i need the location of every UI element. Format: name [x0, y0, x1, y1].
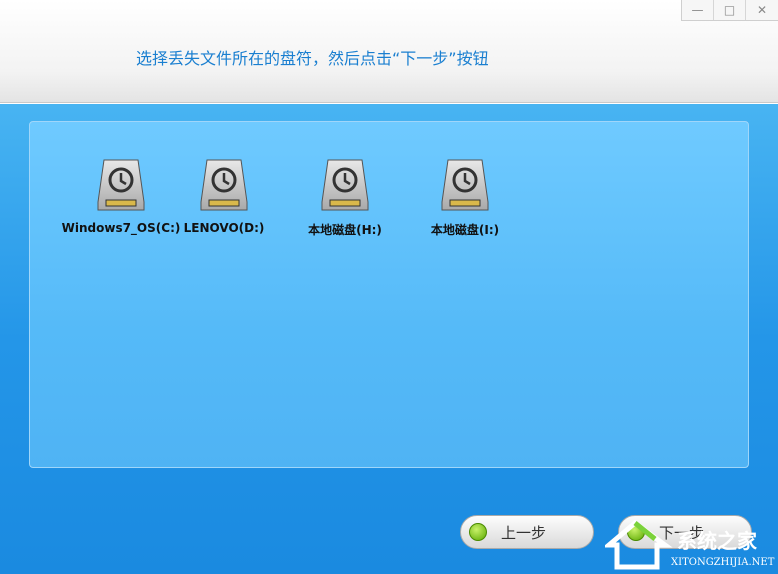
- hard-drive-icon: [321, 159, 369, 211]
- hard-drive-icon: [97, 159, 145, 211]
- drive-label: 本地磁盘(I:): [430, 223, 500, 237]
- drive-label: 本地磁盘(H:): [308, 223, 382, 237]
- window-controls: — □ ✕: [681, 0, 778, 21]
- drive-item[interactable]: LENOVO(D:): [164, 158, 284, 235]
- prev-step-button[interactable]: 上一步: [460, 515, 594, 549]
- drive-list-panel: Windows7_OS(C:) LENOVO(D:) 本地磁盘(H:) 本地磁盘…: [29, 121, 749, 468]
- hard-drive-icon: [441, 159, 489, 211]
- watermark-cn: 系统之家: [677, 529, 757, 553]
- close-button[interactable]: ✕: [746, 0, 778, 20]
- drive-item[interactable]: 本地磁盘(I:): [405, 158, 525, 238]
- maximize-button[interactable]: □: [714, 0, 746, 20]
- drive-item[interactable]: 本地磁盘(H:): [285, 158, 405, 238]
- drive-label: LENOVO(D:): [183, 221, 265, 235]
- green-dot-icon: [469, 523, 487, 541]
- instruction-title: 选择丢失文件所在的盘符，然后点击“下一步”按钮: [136, 49, 489, 68]
- drive-item[interactable]: Windows7_OS(C:): [61, 158, 181, 235]
- drive-label: Windows7_OS(C:): [61, 221, 181, 235]
- hard-drive-icon: [200, 159, 248, 211]
- prev-step-label: 上一步: [501, 523, 547, 542]
- main-area: Windows7_OS(C:) LENOVO(D:) 本地磁盘(H:) 本地磁盘…: [0, 104, 778, 574]
- watermark-en: XITONGZHIJIA.NET: [671, 557, 775, 568]
- house-logo-icon: [605, 519, 673, 570]
- header: 选择丢失文件所在的盘符，然后点击“下一步”按钮 — □ ✕: [0, 0, 778, 103]
- minimize-button[interactable]: —: [682, 0, 714, 20]
